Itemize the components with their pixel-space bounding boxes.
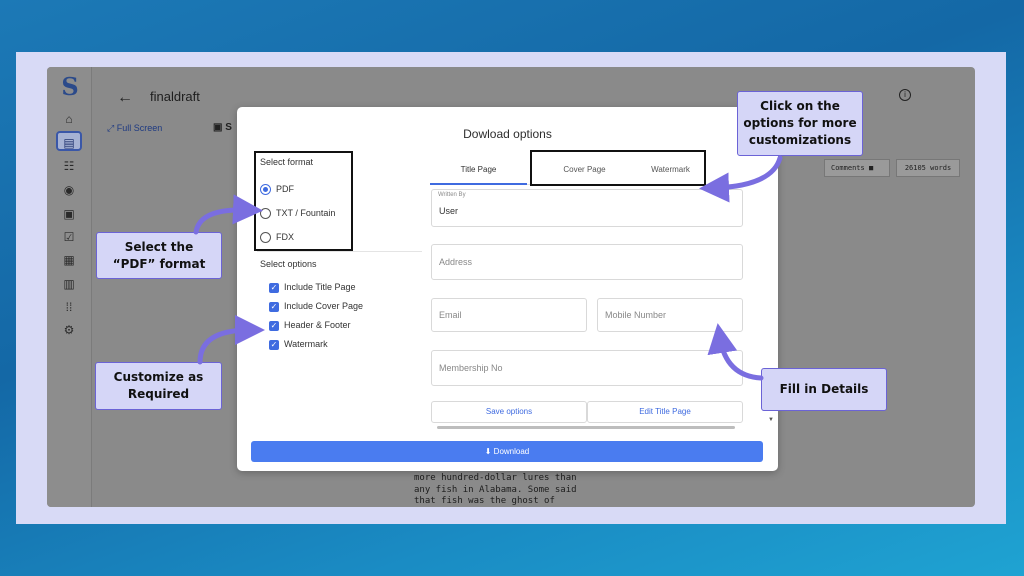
written-by-field[interactable]: Written By User <box>431 189 743 227</box>
callout-line: options for more <box>743 116 857 130</box>
download-icon: ⬇ <box>484 447 492 456</box>
written-by-value: User <box>439 206 459 216</box>
address-field[interactable]: Address <box>431 244 743 280</box>
tab-title-page[interactable]: Title Page <box>430 165 527 174</box>
option-label: Include Cover Page <box>284 301 364 311</box>
email-placeholder: Email <box>439 310 462 320</box>
download-button[interactable]: ⬇ Download <box>251 441 763 462</box>
membership-placeholder: Membership No <box>439 363 503 373</box>
word-count-badge: 26105 words <box>896 159 960 177</box>
script-line: any fish in Alabama. Some said <box>414 484 577 495</box>
target-icon[interactable]: ◉ <box>61 182 77 198</box>
horizontal-scrollbar[interactable] <box>437 426 735 429</box>
active-tab-indicator <box>430 183 527 185</box>
notes-icon[interactable]: ☷ <box>61 158 77 174</box>
save-options-button[interactable]: Save options <box>431 401 587 423</box>
option-label: Header & Footer <box>284 320 351 330</box>
select-options-label: Select options <box>260 259 317 269</box>
script-text: more hundred-dollar lures than any fish i… <box>414 473 577 508</box>
callout-line: “PDF” format <box>112 256 206 271</box>
sub-toolbar-item[interactable]: ▣ S <box>213 122 232 133</box>
callout-fill-details: Fill in Details <box>761 368 887 411</box>
contacts-icon[interactable]: ▦ <box>61 252 77 268</box>
app-logo: S <box>61 72 79 101</box>
address-placeholder: Address <box>439 257 473 267</box>
comments-label: Comments <box>831 164 865 172</box>
callout-line: Select the <box>124 239 194 254</box>
callout-line: Required <box>127 387 190 401</box>
script-icon[interactable]: ▤ <box>56 131 82 151</box>
info-icon[interactable]: i <box>899 89 911 101</box>
script-line: more hundred-dollar lures than <box>414 473 577 483</box>
mobile-number-field[interactable]: Mobile Number <box>597 298 743 332</box>
download-label: Download <box>493 447 530 456</box>
divider <box>257 251 422 252</box>
option-header-footer[interactable]: ✓ Header & Footer <box>269 320 351 332</box>
comments-button[interactable]: Comments ■ <box>824 159 890 177</box>
script-line: that fish was the ghost of <box>414 496 555 506</box>
callout-customize: Customize as Required <box>95 362 222 410</box>
option-label: Include Title Page <box>284 282 356 292</box>
callout-click-options: Click on the options for more customizat… <box>737 91 863 156</box>
callout-select-pdf: Select the “PDF” format <box>96 232 222 279</box>
checkbox-checked-icon[interactable]: ✓ <box>269 320 279 331</box>
edit-title-page-button[interactable]: Edit Title Page <box>587 401 743 423</box>
sidebar: S ⌂ ▤ ☷ ◉ ▣ ☑ ▦ ▥ ⁞⁞ ⚙ <box>47 67 92 507</box>
written-by-label: Written By <box>438 192 466 198</box>
callout-line: Click on the <box>760 99 840 113</box>
settings-icon[interactable]: ⚙ <box>61 322 77 338</box>
grid-icon[interactable]: ⁞⁞ <box>61 299 77 315</box>
scroll-down-icon[interactable]: ▼ <box>768 417 774 423</box>
tabs-highlight-box <box>530 150 706 186</box>
sub-toolbar-label: S <box>225 122 232 133</box>
calendar-icon[interactable]: ▣ <box>61 206 77 222</box>
membership-field[interactable]: Membership No <box>431 350 743 386</box>
mobile-placeholder: Mobile Number <box>605 310 667 320</box>
document-title: finaldraft <box>150 89 200 104</box>
callout-line: Fill in Details <box>779 382 869 396</box>
fullscreen-label: Full Screen <box>116 123 163 133</box>
document-check-icon[interactable]: ☑ <box>61 229 77 245</box>
modal-title: Dowload options <box>463 127 552 141</box>
option-label: Watermark <box>284 339 328 349</box>
callout-line: Customize as <box>113 370 204 384</box>
home-icon[interactable]: ⌂ <box>61 111 77 127</box>
email-field[interactable]: Email <box>431 298 587 332</box>
checkbox-checked-icon[interactable]: ✓ <box>269 339 279 350</box>
comment-icon: ■ <box>868 164 874 172</box>
callout-line: customizations <box>748 133 852 147</box>
checkbox-checked-icon[interactable]: ✓ <box>269 301 279 312</box>
back-icon[interactable]: ← <box>117 89 133 107</box>
option-watermark[interactable]: ✓ Watermark <box>269 339 328 351</box>
fullscreen-button[interactable]: ⤢ Full Screen <box>107 123 162 134</box>
chart-icon[interactable]: ▥ <box>61 276 77 292</box>
checkbox-checked-icon[interactable]: ✓ <box>269 282 279 293</box>
option-include-cover-page[interactable]: ✓ Include Cover Page <box>269 301 363 313</box>
option-include-title-page[interactable]: ✓ Include Title Page <box>269 282 356 294</box>
format-highlight-box <box>254 151 353 251</box>
